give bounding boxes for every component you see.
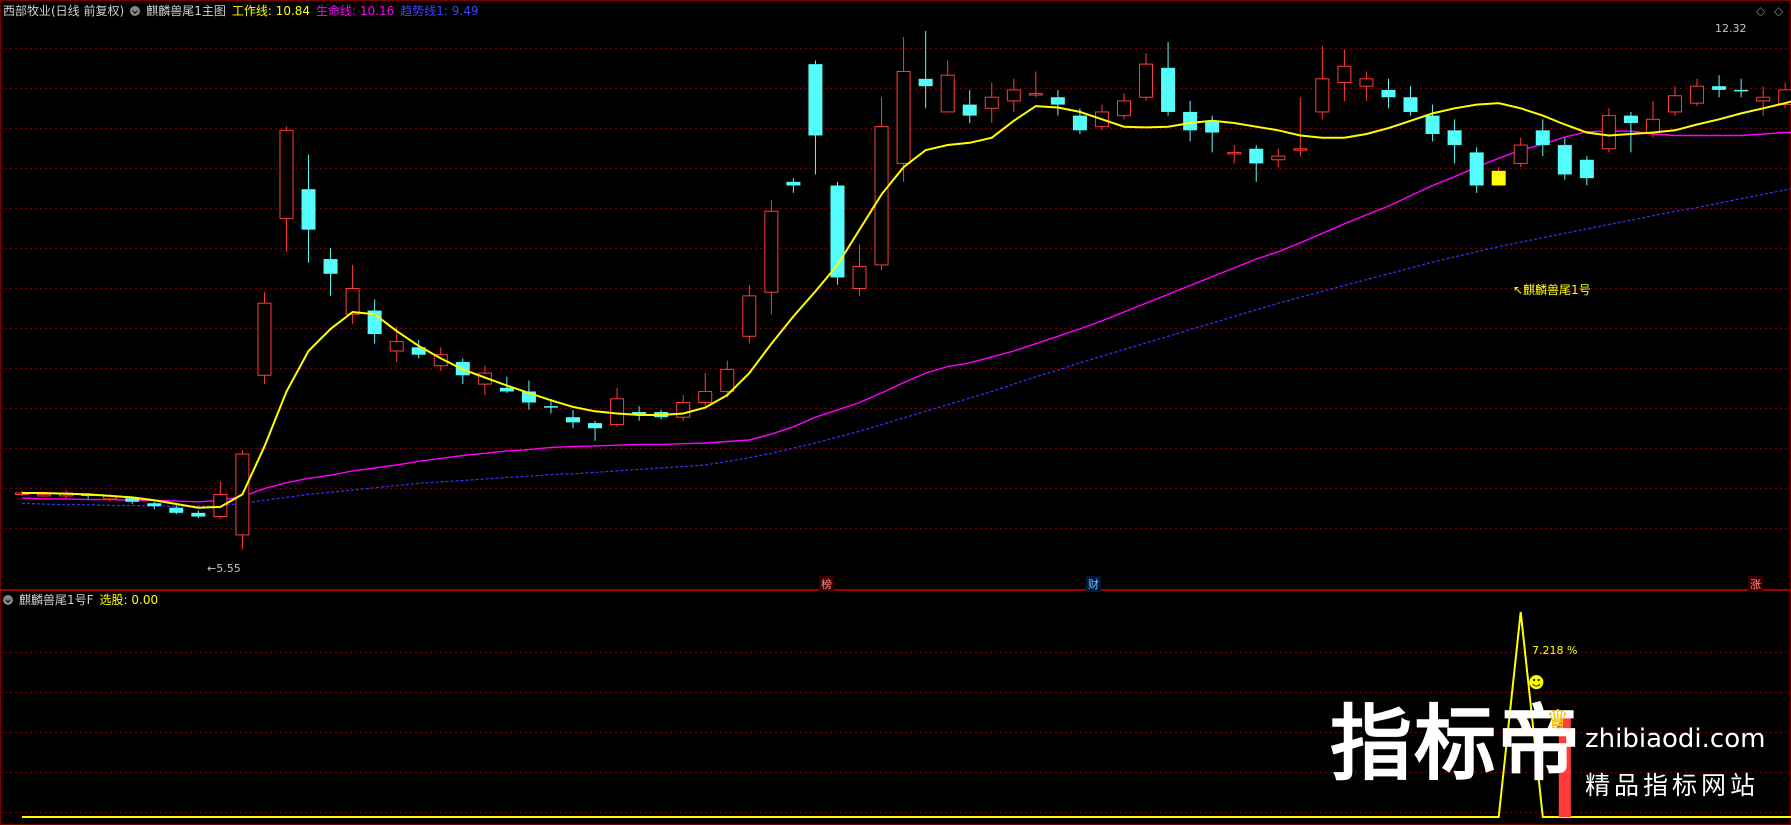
candle-body <box>1227 151 1242 155</box>
candle-body <box>698 390 713 403</box>
sub-indicator-name: 麒麟兽尾1号F <box>19 593 94 607</box>
dropdown-icon[interactable] <box>130 6 141 16</box>
smiley-icon: ☻ <box>1528 673 1545 692</box>
candle-body <box>169 507 184 513</box>
candle-body <box>1734 89 1749 92</box>
mark-cai[interactable]: 财 <box>1086 576 1101 592</box>
candle-body <box>786 181 801 186</box>
candle-body <box>1183 111 1198 131</box>
mark-zhang[interactable]: 涨 <box>1748 576 1763 592</box>
candle-body <box>676 401 691 418</box>
main-header: 西部牧业(日线 前复权) 麒麟兽尾1主图 工作线: 10.84 生命线: 10.16 趋… <box>3 4 484 18</box>
select-label: 选股: 0.00 <box>99 593 159 607</box>
candle-body <box>918 78 933 87</box>
candle-body <box>808 64 823 136</box>
candle-body <box>1469 152 1484 186</box>
crown-icon: ♛ <box>1546 705 1570 735</box>
candle-body <box>1447 130 1462 146</box>
candle-body <box>1645 118 1660 134</box>
candle-body <box>1690 85 1705 104</box>
candle-body <box>1425 115 1440 135</box>
candle-body <box>1403 97 1418 112</box>
candle-body <box>191 512 206 517</box>
candle-body <box>610 398 625 426</box>
percent-label: 7.218 % <box>1532 644 1578 657</box>
signal-label: ↖麒麟兽尾1号 <box>1513 283 1591 297</box>
candle-body <box>389 340 404 352</box>
candle-body <box>345 287 360 315</box>
candle-body <box>1381 89 1396 98</box>
candle-body <box>1601 115 1616 150</box>
watermark-url: zhibiaodi.com <box>1585 724 1766 754</box>
candle-body <box>1050 97 1065 105</box>
high-price-label: 12.32 <box>1715 22 1747 35</box>
candle-body <box>896 70 911 164</box>
candle-body <box>1513 144 1528 164</box>
candle-body <box>1337 65 1352 84</box>
candle-body <box>566 417 580 423</box>
candle-body <box>940 74 955 113</box>
candle-body <box>1072 115 1087 131</box>
low-price-label: ←5.55 <box>207 562 241 575</box>
stock-title: 西部牧业(日线 前复权) <box>3 4 125 18</box>
candle-body <box>742 295 757 337</box>
candle-body <box>499 387 514 392</box>
candle-body <box>1271 155 1286 161</box>
candle-body <box>1293 148 1308 151</box>
candle-body <box>764 210 779 293</box>
candle-body <box>301 189 316 230</box>
candle-body <box>257 302 272 376</box>
candle-body <box>1359 78 1374 87</box>
work-line-label: 工作线: 10.84 <box>231 4 311 18</box>
candle-body <box>1756 96 1771 102</box>
candle-body <box>1668 95 1682 113</box>
mark-bang[interactable]: 榜 <box>819 576 834 592</box>
candle-body <box>1028 93 1043 96</box>
candle-body <box>1579 159 1594 179</box>
candle-body <box>1161 67 1176 112</box>
candle-body <box>962 104 977 116</box>
watermark-brand: 指标帝 <box>1330 697 1583 792</box>
trend-line-label: 趋势线1: 9.49 <box>400 4 479 18</box>
main-indicator-name: 麒麟兽尾1主图 <box>146 4 226 18</box>
signal-candle <box>1491 170 1506 186</box>
candle-body <box>147 503 162 507</box>
candle-body <box>279 129 294 220</box>
candle-body <box>543 406 558 408</box>
candle-body <box>1557 145 1572 175</box>
candle-body <box>984 96 999 109</box>
candle-body <box>1712 86 1727 90</box>
candle-body <box>1205 120 1220 133</box>
candle-body <box>1623 115 1638 123</box>
sub-header: 麒麟兽尾1号F 选股: 0.00 <box>3 593 164 607</box>
watermark-subtitle: 精品指标网站 <box>1585 771 1760 800</box>
nav-right-diamond-icon[interactable]: ◇ <box>1774 4 1783 18</box>
life-line-label: 生命线: 10.16 <box>316 4 395 18</box>
candle-body <box>1315 78 1330 113</box>
sub-dropdown-icon[interactable] <box>3 595 13 605</box>
candle-body <box>323 259 338 274</box>
candle-body <box>1139 63 1154 98</box>
candle-body <box>1535 130 1550 146</box>
nav-left-diamond-icon[interactable]: ◇ <box>1756 4 1765 18</box>
candle-body <box>852 265 867 289</box>
candle-body <box>588 423 603 429</box>
candle-body <box>1006 89 1021 102</box>
candle-body <box>720 368 735 392</box>
candle-body <box>1117 100 1131 117</box>
candle-body <box>37 493 52 497</box>
candle-body <box>1249 148 1264 164</box>
